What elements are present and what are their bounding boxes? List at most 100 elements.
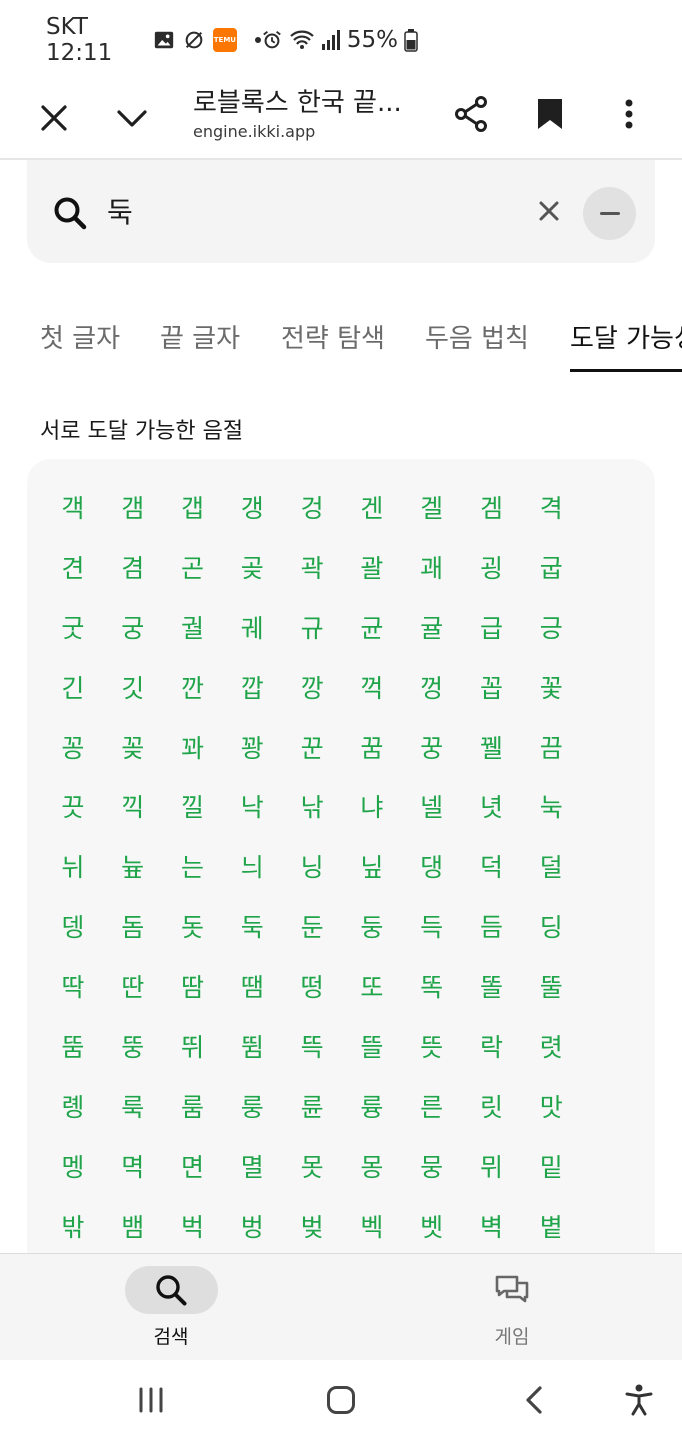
syllable-item[interactable]: 벳 [402,1196,462,1256]
share-button[interactable] [447,90,495,138]
syllable-item[interactable]: 겜 [462,477,522,537]
syllable-item[interactable]: 돔 [103,896,163,956]
syllable-item[interactable]: 롕 [43,1076,103,1136]
syllable-item[interactable]: 뚱 [103,1016,163,1076]
syllable-item[interactable]: 멩 [43,1136,103,1196]
syllable-item[interactable]: 땀 [163,956,223,1016]
syllable-item[interactable]: 궁 [103,597,163,657]
syllable-item[interactable]: 뉘 [43,836,103,896]
syllable-item[interactable]: 딩 [521,896,581,956]
more-options-button[interactable] [605,90,653,138]
syllable-item[interactable]: 볕 [521,1196,581,1256]
syllable-item[interactable]: 꾼 [282,717,342,777]
syllable-item[interactable]: 넬 [402,776,462,836]
tab-last-letter[interactable]: 끝 글자 [160,318,240,369]
syllable-item[interactable]: 겅 [282,477,342,537]
syllable-item[interactable]: 끗 [43,776,103,836]
syllable-item[interactable]: 궐 [163,597,223,657]
syllable-item[interactable]: 격 [521,477,581,537]
syllable-item[interactable]: 또 [342,956,402,1016]
syllable-item[interactable]: 깐 [163,657,223,717]
syllable-item[interactable]: 냐 [342,776,402,836]
syllable-item[interactable]: 둑 [222,896,282,956]
syllable-item[interactable]: 뭉 [402,1136,462,1196]
syllable-item[interactable]: 곶 [222,537,282,597]
syllable-item[interactable]: 깃 [103,657,163,717]
syllable-item[interactable]: 갭 [163,477,223,537]
syllable-item[interactable]: 꼽 [462,657,522,717]
syllable-item[interactable]: 륭 [342,1076,402,1136]
syllable-item[interactable]: 낚 [282,776,342,836]
syllable-item[interactable]: 깝 [222,657,282,717]
syllable-item[interactable]: 꽁 [43,717,103,777]
syllable-item[interactable]: 는 [163,836,223,896]
syllable-item[interactable]: 꽈 [163,717,223,777]
syllable-item[interactable]: 밖 [43,1196,103,1256]
syllable-item[interactable]: 덕 [462,836,522,896]
syllable-item[interactable]: 룽 [222,1076,282,1136]
syllable-item[interactable]: 굽 [521,537,581,597]
syllable-item[interactable]: 규 [282,597,342,657]
syllable-item[interactable]: 뮈 [462,1136,522,1196]
syllable-item[interactable]: 꿈 [342,717,402,777]
syllable-item[interactable]: 릿 [462,1076,522,1136]
nav-search[interactable]: 검색 [91,1266,251,1356]
syllable-item[interactable]: 꽂 [103,717,163,777]
syllable-item[interactable]: 겔 [402,477,462,537]
syllable-item[interactable]: 뱀 [103,1196,163,1256]
syllable-item[interactable]: 괘 [402,537,462,597]
syllable-item[interactable]: 둔 [282,896,342,956]
accessibility-button[interactable] [617,1378,661,1422]
syllable-item[interactable]: 벙 [222,1196,282,1256]
syllable-item[interactable]: 댕 [402,836,462,896]
syllable-item[interactable]: 뜰 [342,1016,402,1076]
search-input[interactable] [107,188,527,234]
syllable-item[interactable]: 딱 [43,956,103,1016]
syllable-item[interactable]: 괄 [342,537,402,597]
syllable-item[interactable]: 뚤 [521,956,581,1016]
syllable-item[interactable]: 뎅 [43,896,103,956]
syllable-item[interactable]: 렷 [521,1016,581,1076]
syllable-item[interactable]: 꿍 [402,717,462,777]
clear-search-button[interactable] [534,196,564,226]
syllable-item[interactable]: 갬 [103,477,163,537]
syllable-item[interactable]: 굿 [43,597,103,657]
syllable-item[interactable]: 꺽 [342,657,402,717]
syllable-item[interactable]: 듬 [462,896,522,956]
syllable-item[interactable]: 뜻 [402,1016,462,1076]
syllable-item[interactable]: 닝 [282,836,342,896]
syllable-item[interactable]: 면 [163,1136,223,1196]
syllable-item[interactable]: 벡 [342,1196,402,1256]
syllable-item[interactable]: 굉 [462,537,522,597]
syllable-item[interactable]: 늎 [103,836,163,896]
syllable-item[interactable]: 벽 [462,1196,522,1256]
syllable-item[interactable]: 긍 [521,597,581,657]
syllable-item[interactable]: 맛 [521,1076,581,1136]
syllable-item[interactable]: 벅 [163,1196,223,1256]
syllable-item[interactable]: 객 [43,477,103,537]
syllable-item[interactable]: 땜 [222,956,282,1016]
syllable-item[interactable]: 균 [342,597,402,657]
syllable-item[interactable]: 딴 [103,956,163,1016]
syllable-item[interactable]: 득 [402,896,462,956]
syllable-item[interactable]: 눅 [521,776,581,836]
syllable-item[interactable]: 꽃 [521,657,581,717]
nav-game[interactable]: 게임 [432,1266,592,1356]
tab-initial-sound-rule[interactable]: 두음 법칙 [425,318,529,369]
back-button[interactable] [512,1378,556,1422]
syllable-item[interactable]: 덜 [521,836,581,896]
minimize-button[interactable] [108,94,156,142]
syllable-item[interactable]: 긴 [43,657,103,717]
syllable-item[interactable]: 멸 [222,1136,282,1196]
syllable-item[interactable]: 귤 [402,597,462,657]
recent-apps-button[interactable] [129,1378,173,1422]
close-tab-button[interactable] [30,94,78,142]
syllable-item[interactable]: 견 [43,537,103,597]
tab-reachability[interactable]: 도달 가능성 [570,318,682,372]
syllable-item[interactable]: 곤 [163,537,223,597]
syllable-item[interactable]: 껑 [402,657,462,717]
syllable-item[interactable]: 꿸 [462,717,522,777]
syllable-item[interactable]: 뜩 [282,1016,342,1076]
syllable-item[interactable]: 갱 [222,477,282,537]
home-button[interactable] [319,1378,363,1422]
